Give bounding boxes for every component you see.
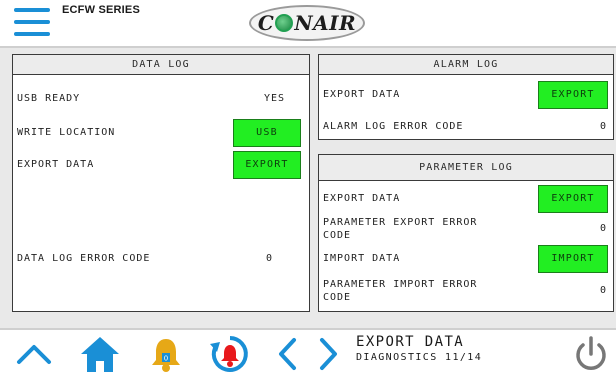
write-location-label: WRITE LOCATION	[17, 127, 116, 138]
svg-text:0: 0	[164, 355, 168, 363]
footer-nav-bar: 0 EXPORT DATA DIAGNOSTICS 11/14	[0, 328, 616, 375]
parameter-import-row: IMPORT DATA IMPORT	[319, 245, 613, 273]
conair-logo: C NAIR	[249, 5, 365, 41]
parameter-import-error-row: PARAMETER IMPORT ERROR CODE 0	[319, 277, 613, 305]
alarm-export-row: EXPORT DATA EXPORT	[319, 81, 613, 109]
alarm-error-label: ALARM LOG ERROR CODE	[323, 121, 464, 132]
alarm-log-panel: ALARM LOG EXPORT DATA EXPORT ALARM LOG E…	[318, 54, 614, 140]
parameter-log-panel: PARAMETER LOG EXPORT DATA EXPORT PARAMET…	[318, 154, 614, 312]
parameter-import-error-label-line2: CODE	[323, 292, 352, 303]
parameter-export-error-label-line2: CODE	[323, 230, 352, 241]
parameter-export-button[interactable]: EXPORT	[538, 185, 608, 213]
parameter-export-error-value: 0	[599, 223, 607, 234]
logo-text-nair: NAIR	[294, 11, 357, 35]
alarm-bell-icon[interactable]: 0	[146, 334, 186, 374]
usb-ready-value: YES	[263, 93, 285, 104]
parameter-import-label: IMPORT DATA	[323, 253, 401, 264]
data-log-title: DATA LOG	[13, 55, 309, 75]
chevron-right-icon[interactable]	[314, 334, 344, 374]
alarm-history-icon[interactable]	[208, 334, 252, 374]
main-content: DATA LOG USB READY YES WRITE LOCATION US…	[0, 48, 616, 328]
data-log-error-value: 0	[265, 253, 273, 264]
usb-ready-row: USB READY YES	[13, 85, 309, 113]
alarm-error-value: 0	[599, 121, 607, 132]
write-location-row: WRITE LOCATION USB	[13, 119, 309, 147]
parameter-export-error-label-line1: PARAMETER EXPORT ERROR	[323, 217, 478, 228]
logo-globe-icon	[275, 14, 294, 32]
alarm-export-label: EXPORT DATA	[323, 89, 401, 100]
usb-ready-label: USB READY	[17, 93, 81, 104]
data-log-error-label: DATA LOG ERROR CODE	[17, 253, 151, 264]
parameter-export-error-label: PARAMETER EXPORT ERROR CODE	[323, 216, 477, 242]
header-bar: ECFW SERIES C NAIR	[0, 0, 616, 48]
parameter-import-button[interactable]: IMPORT	[538, 245, 608, 273]
parameter-import-error-value: 0	[599, 285, 607, 296]
data-log-panel: DATA LOG USB READY YES WRITE LOCATION US…	[12, 54, 310, 312]
alarm-log-title: ALARM LOG	[319, 55, 613, 75]
parameter-log-title: PARAMETER LOG	[319, 155, 613, 181]
footer-screen-subtitle: DIAGNOSTICS 11/14	[356, 352, 483, 363]
logo-text-c: C	[257, 11, 275, 35]
alarm-export-button[interactable]: EXPORT	[538, 81, 608, 109]
data-log-export-row: EXPORT DATA EXPORT	[13, 151, 309, 179]
footer-screen-title: EXPORT DATA	[356, 334, 465, 350]
parameter-import-error-label: PARAMETER IMPORT ERROR CODE	[323, 278, 477, 304]
parameter-export-error-row: PARAMETER EXPORT ERROR CODE 0	[319, 215, 613, 243]
data-log-export-label: EXPORT DATA	[17, 159, 95, 170]
parameter-export-label: EXPORT DATA	[323, 193, 401, 204]
parameter-import-error-label-line1: PARAMETER IMPORT ERROR	[323, 279, 478, 290]
power-icon[interactable]	[572, 334, 610, 374]
data-log-export-button[interactable]: EXPORT	[233, 151, 301, 179]
alarm-error-row: ALARM LOG ERROR CODE 0	[319, 113, 613, 141]
home-icon[interactable]	[78, 334, 122, 374]
menu-icon[interactable]	[14, 4, 52, 42]
parameter-export-row: EXPORT DATA EXPORT	[319, 185, 613, 213]
write-location-usb-button[interactable]: USB	[233, 119, 301, 147]
data-log-error-row: DATA LOG ERROR CODE 0	[13, 245, 309, 273]
chevron-up-icon[interactable]	[14, 334, 54, 374]
chevron-left-icon[interactable]	[272, 334, 302, 374]
series-label: ECFW SERIES	[62, 4, 140, 16]
